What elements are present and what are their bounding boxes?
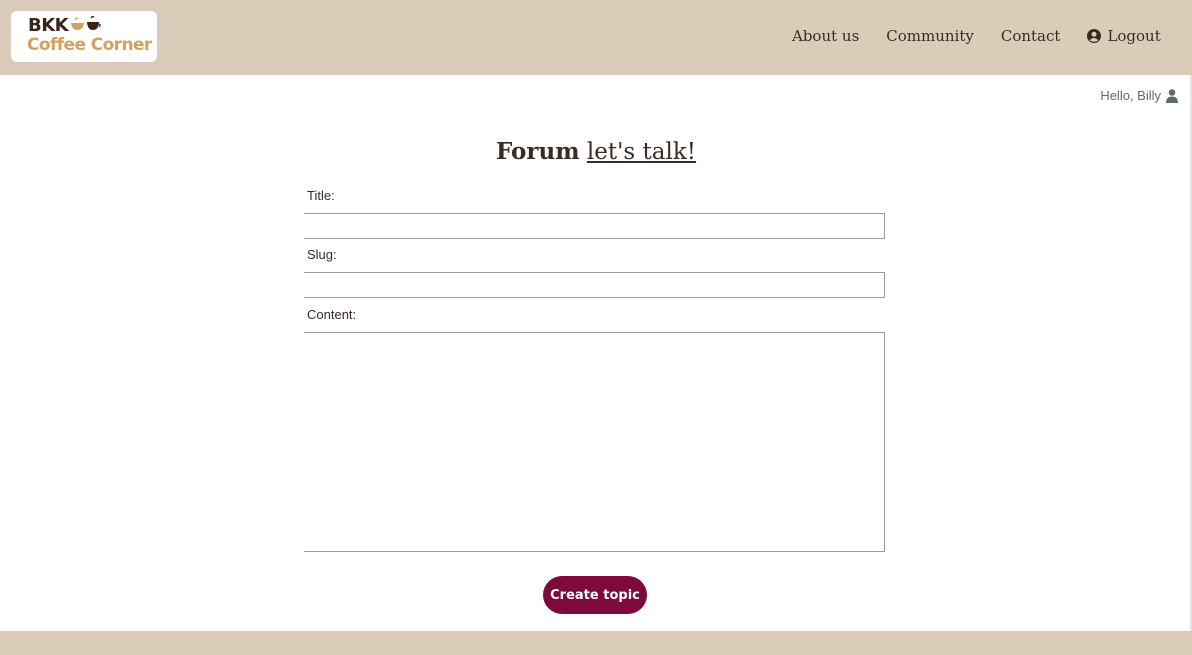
create-topic-button[interactable]: Create topic [543,576,647,614]
user-circle-icon [1087,29,1102,43]
slug-input[interactable] [304,272,885,298]
page-title: Forum let's talk! [0,138,1192,165]
page-title-link[interactable]: let's talk! [587,139,696,165]
brand-logo[interactable]: BKK Coffee Corner [11,11,157,62]
brand-line1: BKK [28,15,69,36]
navbar: BKK Coffee Corner About us Community Con… [0,0,1192,75]
brand-line2: Coffee Corner [27,35,152,55]
coffee-cups-icon [71,16,101,30]
greeting-text: Hello, Billy [1100,88,1161,103]
footer [0,631,1192,655]
title-label: Title: [307,188,335,203]
page-title-bold: Forum [495,138,580,165]
main-nav: About us Community Contact Logout [792,27,1161,45]
nav-logout-link[interactable]: Logout [1087,27,1161,45]
nav-community-link[interactable]: Community [886,27,974,45]
title-input[interactable] [304,213,885,239]
content-label: Content: [307,307,357,322]
logout-label: Logout [1107,27,1161,45]
nav-about-link[interactable]: About us [792,27,859,45]
content-textarea[interactable] [304,332,885,552]
nav-contact-link[interactable]: Contact [1001,27,1061,45]
user-greeting: Hello, Billy [1100,88,1178,103]
user-icon [1166,88,1178,103]
slug-label: Slug: [307,247,337,262]
